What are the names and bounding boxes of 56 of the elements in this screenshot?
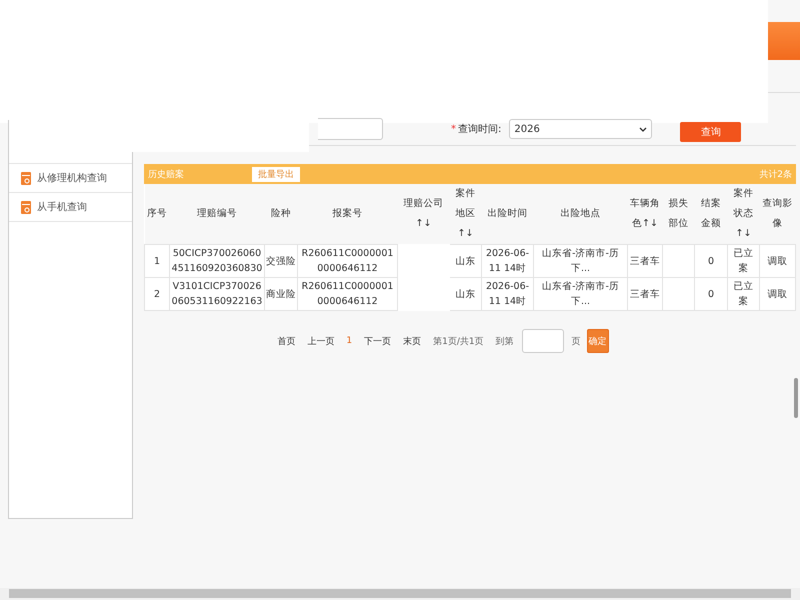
table-cell: 0 [694,244,728,278]
table-cell: 山东省-济南市-历下... [534,278,628,310]
scrollbar[interactable] [794,378,798,418]
column-header: 险种 [264,184,298,244]
table-cell: 已立案 [728,244,760,278]
page-unit-label: 页 [572,336,581,348]
document-icon [21,172,31,184]
document-icon [21,200,31,214]
scrollbar[interactable] [9,589,791,598]
table-cell: V3101CICP370026060531160922163 [170,278,264,310]
column-header: 出险时间 [482,184,534,244]
year-select[interactable]: 2026 [509,119,652,139]
goto-label: 到第 [496,336,514,348]
column-header: 报案号 [298,184,398,244]
column-header: 序号 [144,184,170,244]
column-header: 车辆角色↑↓ [628,184,662,244]
chevron-down-icon [639,126,648,132]
page-input[interactable] [522,329,564,353]
section-title: 历史赔案 [148,168,184,180]
table-cell: 0 [694,278,728,310]
table-cell: 商业险 [264,278,298,310]
table-cell: 山东 [450,244,482,278]
column-header: 案件地区↑↓ [450,184,482,244]
table-cell: 三者车 [628,278,662,310]
column-header: 案件状态↑↓ [728,184,760,244]
total-count: 共计2条 [759,168,792,180]
input-field[interactable] [318,118,383,140]
page-info: 第1页/共1页 [433,336,484,348]
query-time-label: * 查询时间: [451,122,502,136]
table-cell: 2026-06-11 14时 [482,244,534,278]
table-cell: 山东省-济南市-历下... [534,244,628,278]
table-cell: 2 [144,278,170,310]
retrieve-link[interactable]: 调取 [760,278,796,310]
column-header: 损失部位 [662,184,694,244]
column-header: 结案金额 [694,184,728,244]
table-cell: 已立案 [728,278,760,310]
sidebar-item[interactable]: 从修理机构查询 [9,163,132,193]
prev-page-link[interactable]: 上一页 [307,334,334,348]
retrieve-link[interactable]: 调取 [760,244,796,278]
last-page-link[interactable]: 末页 [403,334,422,348]
table-cell: 交强险 [264,244,298,278]
column-header: 出险地点 [534,184,628,244]
table-cell: R260611C00000010000646112 [298,244,398,278]
table-cell: 三者车 [628,244,662,278]
table-cell: 1 [144,244,170,278]
next-page-link[interactable]: 下一页 [364,334,392,348]
column-header: 理赔公司↑↓ [398,184,450,244]
header-bar [768,22,800,60]
table-cell: 50CICP370026060451160920360830 [170,244,264,278]
first-page-link[interactable]: 首页 [277,334,296,348]
column-header: 查询影像 [760,184,796,244]
sidebar-item[interactable]: 从手机查询 [9,192,132,222]
table-cell: 山东 [450,278,482,310]
column-header: 理赔编号 [170,184,264,244]
table-cell: 2026-06-11 14时 [482,278,534,310]
table-cell: R260611C00000010000646112 [298,278,398,310]
